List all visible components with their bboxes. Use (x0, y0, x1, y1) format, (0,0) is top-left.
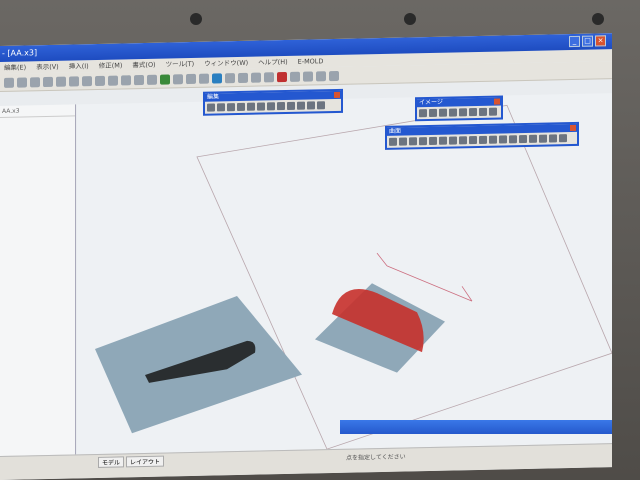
bezel-dot (592, 13, 604, 25)
tool-icon[interactable] (479, 107, 487, 116)
screen: - [AA.x3] _ □ × 編集(E) 表示(V) 挿入(I) 修正(M) 書式… (0, 33, 612, 480)
toolbar-icon[interactable] (108, 75, 118, 86)
toolbar-icon[interactable] (56, 76, 66, 87)
tool-icon[interactable] (429, 108, 437, 118)
menu-view[interactable]: 表示(V) (36, 61, 59, 73)
toolbar-icon[interactable] (303, 70, 313, 82)
toolbar-icon[interactable] (134, 74, 144, 85)
toolbar-icon[interactable] (199, 73, 209, 84)
toolbar-icon[interactable] (17, 76, 27, 88)
toolbar-icon[interactable] (290, 71, 300, 82)
tool-icon[interactable] (237, 102, 245, 112)
tool-icon[interactable] (317, 101, 325, 110)
tool-icon[interactable] (419, 137, 427, 146)
windows-taskbar (340, 420, 612, 434)
bezel-dot (404, 13, 416, 25)
toolbar-icon[interactable] (43, 76, 53, 87)
tool-icon[interactable] (489, 135, 497, 144)
toolbar-icon[interactable] (316, 70, 326, 81)
tool-icon[interactable] (439, 136, 447, 145)
tool-icon[interactable] (277, 102, 285, 111)
tab-model[interactable]: モデル (98, 456, 125, 468)
tool-icon[interactable] (267, 102, 275, 111)
close-icon[interactable] (494, 98, 500, 105)
tool-icon[interactable] (399, 137, 407, 146)
tool-icon[interactable] (429, 136, 437, 146)
tab-layout[interactable]: レイアウト (126, 455, 165, 468)
surface-panel-title: 曲面 (389, 127, 402, 135)
tool-icon[interactable] (227, 103, 235, 112)
tool-icon[interactable] (297, 101, 305, 110)
toolbar-icon[interactable] (4, 77, 14, 88)
menu-tools[interactable]: ツール(T) (166, 58, 195, 71)
edit-toolbar-panel[interactable]: 編集 (203, 88, 343, 116)
maximize-button[interactable]: □ (582, 35, 593, 47)
tool-icon[interactable] (479, 135, 487, 144)
close-button[interactable]: × (595, 35, 606, 47)
menu-modify[interactable]: 修正(M) (99, 59, 123, 71)
surface-toolbar-panel[interactable]: 曲面 (385, 121, 579, 150)
menu-format[interactable]: 書式(O) (132, 59, 155, 71)
toolbar-icon[interactable] (264, 71, 274, 82)
toolbar-icon[interactable] (30, 76, 40, 87)
tool-icon[interactable] (409, 137, 417, 146)
tool-icon[interactable] (489, 107, 497, 116)
menu-insert[interactable]: 挿入(I) (69, 60, 89, 72)
toolbar-icon[interactable] (121, 74, 131, 85)
workplane-outline (196, 104, 612, 450)
toolbar-icon[interactable] (212, 72, 222, 84)
minimize-button[interactable]: _ (569, 35, 580, 48)
toolbar-icon[interactable] (329, 70, 339, 81)
tool-icon[interactable] (439, 108, 447, 117)
tool-icon[interactable] (509, 135, 517, 144)
tool-icon[interactable] (207, 103, 215, 112)
toolbar-icon[interactable] (251, 72, 261, 83)
toolbar-icon[interactable] (277, 71, 287, 82)
menu-window[interactable]: ウィンドウ(W) (204, 57, 248, 70)
tool-icon[interactable] (389, 137, 397, 146)
tool-icon[interactable] (459, 136, 467, 145)
toolbar-icon[interactable] (238, 72, 248, 83)
image-toolbar-panel[interactable]: イメージ (415, 95, 503, 122)
tool-icon[interactable] (419, 109, 427, 118)
close-icon[interactable] (570, 124, 576, 132)
tool-icon[interactable] (287, 101, 295, 110)
image-panel-title: イメージ (419, 98, 443, 107)
toolbar-icon[interactable] (69, 75, 79, 87)
window-title: - [AA.x3] (2, 48, 38, 58)
edit-panel-title: 編集 (207, 93, 220, 101)
bezel-dot (190, 13, 202, 25)
tool-icon[interactable] (469, 136, 477, 145)
tool-icon[interactable] (247, 102, 255, 111)
tool-icon[interactable] (559, 134, 567, 143)
model-tree-panel: AA.x3 (0, 104, 76, 457)
3d-viewport[interactable]: 編集 イメージ 曲面 (77, 88, 612, 455)
tool-icon[interactable] (217, 103, 225, 112)
tool-icon[interactable] (257, 102, 265, 111)
status-message: 点を指定してください (346, 453, 406, 462)
tool-icon[interactable] (459, 108, 467, 117)
toolbar-icon[interactable] (82, 75, 92, 86)
toolbar-icon[interactable] (95, 75, 105, 86)
model-tree-header: AA.x3 (0, 104, 75, 118)
tool-icon[interactable] (307, 101, 315, 110)
toolbar-icon[interactable] (173, 73, 183, 84)
tool-icon[interactable] (449, 108, 457, 117)
tool-icon[interactable] (469, 108, 477, 117)
tool-icon[interactable] (519, 134, 527, 144)
toolbar-icon[interactable] (160, 73, 170, 85)
toolbar-icon[interactable] (186, 73, 196, 84)
tool-icon[interactable] (539, 134, 547, 143)
tool-icon[interactable] (529, 134, 537, 143)
tool-icon[interactable] (549, 134, 557, 143)
tool-icon[interactable] (499, 135, 507, 144)
menu-edit[interactable]: 編集(E) (4, 61, 26, 73)
close-icon[interactable] (334, 91, 340, 99)
tool-icon[interactable] (449, 136, 457, 145)
toolbar-icon[interactable] (225, 72, 235, 83)
viewport-canvas (95, 104, 612, 450)
menu-emold[interactable]: E-MOLD (298, 55, 324, 68)
menu-help[interactable]: ヘルプ(H) (258, 56, 287, 69)
toolbar-icon[interactable] (147, 74, 157, 85)
